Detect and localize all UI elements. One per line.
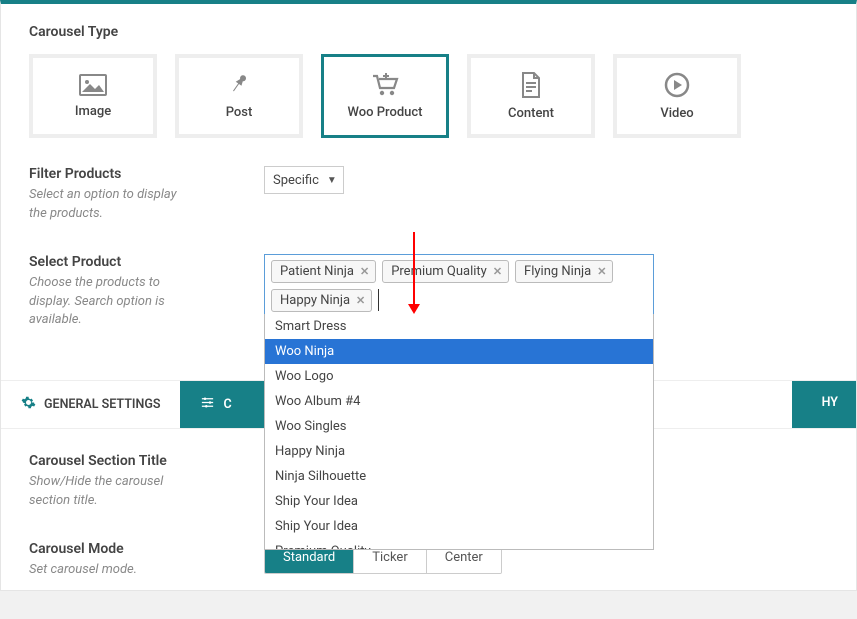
carousel-type-label: Woo Product — [347, 105, 422, 120]
carousel-type-label: Content — [508, 106, 554, 121]
product-option[interactable]: Ninja Silhouette — [265, 464, 653, 489]
product-tag[interactable]: Happy Ninja✕ — [271, 289, 372, 312]
document-icon — [520, 72, 542, 98]
remove-tag-icon[interactable]: ✕ — [597, 265, 606, 278]
carousel-type-content[interactable]: Content — [467, 54, 595, 138]
tab-general-settings[interactable]: GENERAL SETTINGS — [1, 381, 180, 428]
filter-products-row: Filter Products Select an option to disp… — [29, 166, 828, 224]
product-option[interactable]: Happy Ninja — [265, 439, 653, 464]
settings-panel: Carousel Type Image Post Woo Product — [0, 0, 857, 591]
tab-typography-partial[interactable]: HY — [792, 381, 856, 428]
remove-tag-icon[interactable]: ✕ — [360, 265, 369, 278]
filter-products-hint: Select an option to display the products… — [29, 186, 194, 224]
product-option[interactable]: Premium Quality — [265, 539, 653, 550]
filter-products-label: Filter Products — [29, 166, 194, 182]
product-option[interactable]: Ship Your Idea — [265, 489, 653, 514]
pin-icon — [228, 73, 250, 97]
carousel-mode-hint: Set carousel mode. — [29, 561, 194, 580]
tab-label-partial: HY — [822, 395, 838, 410]
image-icon — [79, 74, 107, 96]
sliders-icon — [200, 395, 215, 414]
carousel-type-heading: Carousel Type — [29, 24, 828, 40]
carousel-type-label: Image — [75, 104, 111, 119]
carousel-type-image[interactable]: Image — [29, 54, 157, 138]
carousel-type-label: Video — [660, 106, 693, 121]
product-option[interactable]: Ship Your Idea — [265, 514, 653, 539]
chevron-down-icon: ▼ — [327, 175, 337, 186]
carousel-mode-label: Carousel Mode — [29, 541, 194, 557]
remove-tag-icon[interactable]: ✕ — [356, 294, 365, 307]
product-option[interactable]: Woo Singles — [265, 414, 653, 439]
product-tag[interactable]: Flying Ninja✕ — [515, 260, 613, 283]
select-product-dropdown[interactable]: Smart Dress Woo Ninja Woo Logo Woo Album… — [264, 314, 654, 550]
product-option[interactable]: Smart Dress — [265, 314, 653, 339]
tab-label-partial: C — [223, 397, 231, 412]
product-tag[interactable]: Premium Quality✕ — [382, 260, 509, 283]
select-product-label: Select Product — [29, 254, 194, 270]
carousel-type-woo-product[interactable]: Woo Product — [321, 54, 449, 138]
filter-products-value: Specific — [273, 173, 319, 188]
select-product-tags: Patient Ninja✕ Premium Quality✕ Flying N… — [271, 260, 647, 312]
select-product-row: Select Product Choose the products to di… — [29, 254, 828, 331]
select-product-hint: Choose the products to display. Search o… — [29, 274, 194, 331]
select-product-multiselect[interactable]: Patient Ninja✕ Premium Quality✕ Flying N… — [264, 254, 654, 315]
carousel-type-video[interactable]: Video — [613, 54, 741, 138]
product-option[interactable]: Woo Album #4 — [265, 389, 653, 414]
select-product-input[interactable] — [378, 289, 382, 311]
product-option[interactable]: Woo Ninja — [265, 339, 653, 364]
tab-label: GENERAL SETTINGS — [44, 397, 160, 412]
cart-icon — [371, 73, 399, 97]
carousel-section-title-hint: Show/Hide the carousel section title. — [29, 473, 194, 511]
product-tag[interactable]: Patient Ninja✕ — [271, 260, 376, 283]
carousel-type-options: Image Post Woo Product Content — [29, 54, 828, 138]
carousel-type-label: Post — [226, 105, 253, 120]
gear-icon — [21, 395, 36, 414]
play-icon — [664, 72, 690, 98]
filter-products-select[interactable]: Specific ▼ — [264, 166, 344, 194]
product-option[interactable]: Woo Logo — [265, 364, 653, 389]
carousel-type-post[interactable]: Post — [175, 54, 303, 138]
remove-tag-icon[interactable]: ✕ — [493, 265, 502, 278]
carousel-section-title-label: Carousel Section Title — [29, 453, 194, 469]
